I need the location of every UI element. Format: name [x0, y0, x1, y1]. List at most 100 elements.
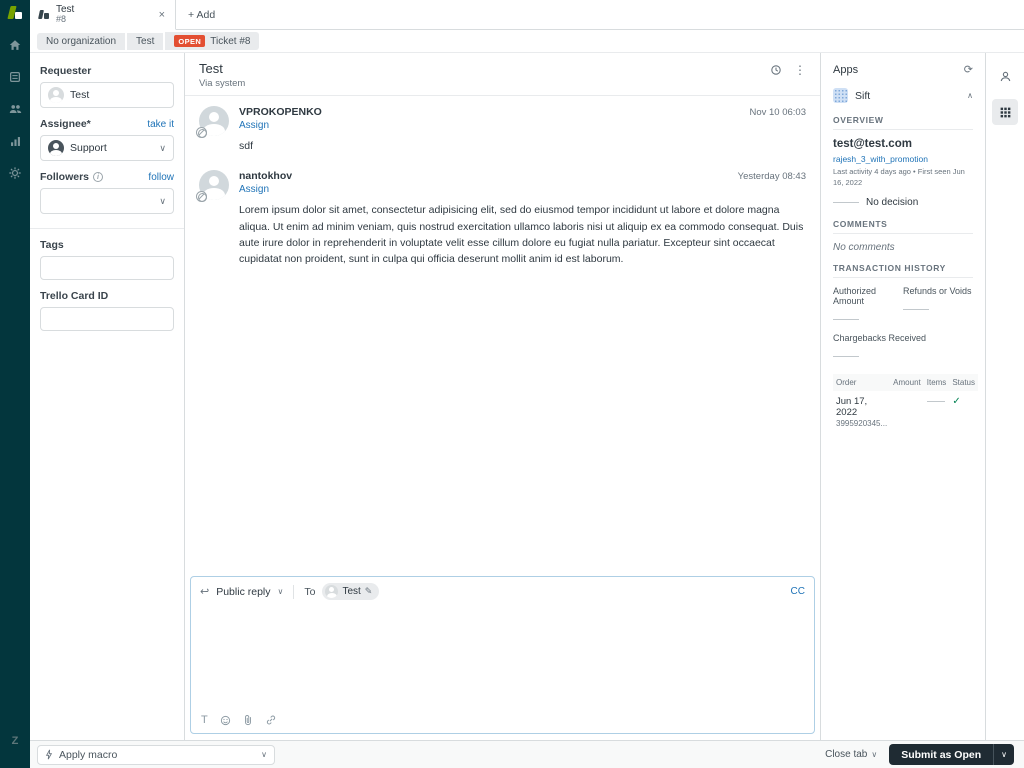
assign-link[interactable]: Assign	[239, 184, 806, 195]
close-tab-toggle[interactable]: Close tab ∨	[825, 749, 877, 760]
followers-label: Followers i	[40, 171, 103, 183]
apply-macro-label: Apply macro	[59, 749, 117, 761]
take-it-link[interactable]: take it	[147, 119, 174, 130]
text-format-icon[interactable]: T	[201, 714, 208, 726]
message-timestamp: Yesterday 08:43	[738, 171, 806, 182]
zendesk-app: Z Test #8 × + Add No organization Test O…	[0, 0, 1024, 768]
attachment-icon[interactable]	[243, 714, 253, 726]
admin-gear-icon[interactable]	[4, 162, 26, 184]
table-row: Jun 17, 2022 3995920345... ✓	[833, 391, 978, 433]
tab-subtitle: #8	[56, 15, 151, 25]
cc-link[interactable]: CC	[791, 586, 805, 597]
zendesk-footer-mark-icon: Z	[4, 730, 26, 752]
info-icon: i	[93, 172, 103, 182]
submit-as-open-button[interactable]: Submit as Open	[889, 744, 993, 765]
user-context-icon[interactable]	[992, 63, 1018, 89]
orders-table: Order Amount Items Status Jun 17, 2022 3…	[833, 374, 978, 433]
apply-macro-dropdown[interactable]: Apply macro ∨	[37, 745, 275, 765]
apps-panel-title: Apps	[833, 64, 858, 76]
requester-label: Requester	[40, 65, 91, 77]
reply-text-area[interactable]	[191, 606, 814, 709]
assignee-select[interactable]: Support ∨	[40, 135, 174, 161]
follow-link[interactable]: follow	[148, 172, 174, 183]
tab-title: Test	[56, 4, 151, 15]
no-comments-text: No comments	[833, 242, 973, 253]
chevron-down-icon[interactable]: ∨	[278, 587, 284, 596]
recipient-pill[interactable]: Test ✎	[322, 583, 379, 600]
assignee-label: Assignee*	[40, 118, 91, 130]
status-check-icon: ✓	[952, 396, 960, 407]
sift-activity-summary: Last activity 4 days ago • First seen Ju…	[833, 167, 973, 188]
ticket-channel: Via system	[199, 78, 770, 89]
sift-user-email: test@test.com	[833, 138, 973, 150]
submit-options-icon[interactable]: ∨	[993, 744, 1014, 765]
macro-zap-icon	[45, 749, 53, 760]
overview-heading: OVERVIEW	[833, 115, 973, 130]
avatar	[199, 106, 229, 136]
assign-link[interactable]: Assign	[239, 120, 806, 131]
apps-grid-icon[interactable]	[992, 99, 1018, 125]
reports-icon[interactable]	[4, 130, 26, 152]
status-badge: OPEN	[174, 35, 205, 47]
requester-avatar	[48, 87, 64, 103]
followers-select[interactable]: ∨	[40, 188, 174, 214]
link-icon[interactable]	[265, 714, 277, 726]
refresh-apps-icon[interactable]: ⟳	[964, 63, 973, 76]
close-tab-icon[interactable]: ×	[157, 9, 167, 21]
chevron-up-icon[interactable]: ∧	[967, 91, 973, 100]
ticket-icon	[38, 9, 50, 20]
chevron-down-icon: ∨	[159, 196, 166, 207]
sift-app-header[interactable]: Sift ∧	[833, 88, 973, 103]
tab-bar: Test #8 × + Add	[30, 0, 1024, 30]
sift-decision: No decision	[866, 197, 918, 208]
column-header-status: Status	[949, 374, 978, 391]
trello-card-id-input[interactable]	[40, 307, 174, 331]
sift-account-link[interactable]: rajesh_3_with_promotion	[833, 154, 973, 164]
end-user-badge-icon	[196, 191, 207, 202]
views-icon[interactable]	[4, 66, 26, 88]
left-nav-rail: Z	[0, 0, 30, 768]
requester-field[interactable]: Test	[40, 82, 174, 108]
ticket-footer: Apply macro ∨ Close tab ∨ Submit as Open…	[30, 740, 1024, 768]
order-id: 3995920345...	[836, 419, 887, 428]
edit-recipient-icon[interactable]: ✎	[365, 586, 373, 597]
order-date: Jun 17, 2022	[836, 396, 887, 418]
message-timestamp: Nov 10 06:03	[749, 107, 806, 118]
breadcrumb-ticket-label: Ticket #8	[210, 36, 250, 47]
table-header-row: Order Amount Items Status	[833, 374, 978, 391]
emoji-icon[interactable]	[220, 715, 231, 726]
breadcrumb-ticket[interactable]: OPEN Ticket #8	[165, 32, 259, 50]
assignee-group-avatar	[48, 140, 64, 156]
message: nantokhov Yesterday 08:43 Assign Lorem i…	[199, 170, 806, 267]
message-list[interactable]: VPROKOPENKO Nov 10 06:03 Assign sdf	[185, 96, 820, 576]
breadcrumb-organization[interactable]: No organization	[37, 33, 125, 50]
comments-heading: COMMENTS	[833, 219, 973, 234]
reply-type-selector[interactable]: Public reply	[216, 586, 270, 598]
empty-value-dash	[903, 309, 929, 310]
message-author: VPROKOPENKO	[239, 106, 322, 118]
to-label: To	[304, 586, 315, 598]
chargebacks-received-label: Chargebacks Received	[833, 333, 973, 343]
kebab-menu-icon[interactable]: ⋮	[794, 64, 806, 76]
customers-icon[interactable]	[4, 98, 26, 120]
message-body: Lorem ipsum dolor sit amet, consectetur …	[239, 202, 806, 267]
empty-value-dash	[833, 202, 859, 203]
empty-value-dash	[927, 401, 945, 402]
avatar	[199, 170, 229, 200]
chevron-down-icon: ∨	[261, 750, 267, 759]
breadcrumb-requester[interactable]: Test	[127, 33, 163, 50]
column-header-amount: Amount	[890, 374, 924, 391]
empty-value-dash	[833, 319, 859, 320]
trello-card-id-label: Trello Card ID	[40, 290, 108, 302]
home-icon[interactable]	[4, 34, 26, 56]
context-panel-strip	[985, 53, 1024, 740]
assignee-value: Support	[70, 142, 107, 154]
ticket-tab[interactable]: Test #8 ×	[30, 0, 176, 30]
chevron-down-icon: ∨	[871, 750, 877, 759]
zendesk-product-logo-icon[interactable]	[7, 6, 23, 20]
ticket-events-icon[interactable]	[770, 64, 782, 76]
add-tab-button[interactable]: + Add	[176, 0, 227, 29]
message: VPROKOPENKO Nov 10 06:03 Assign sdf	[199, 106, 806, 154]
tags-input[interactable]	[40, 256, 174, 280]
sift-app-name: Sift	[855, 90, 960, 102]
